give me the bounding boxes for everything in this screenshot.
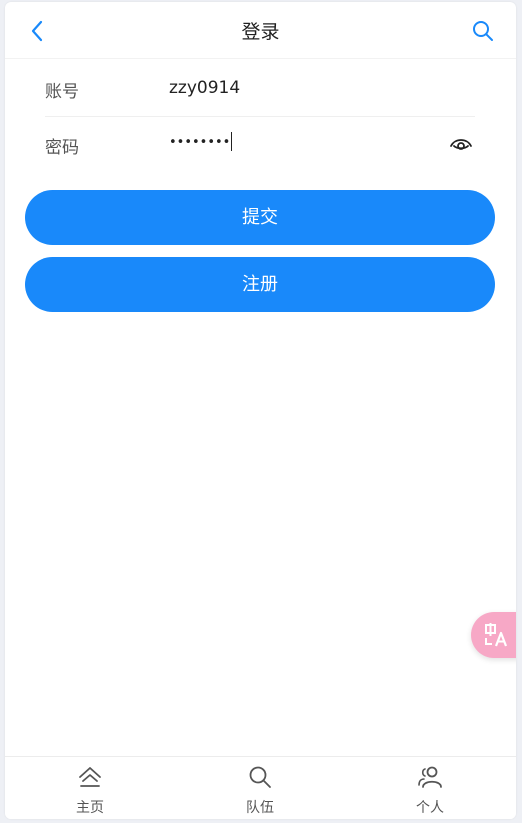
search-icon [473,21,493,41]
search-button[interactable] [471,19,495,43]
submit-button[interactable]: 提交 [25,190,495,245]
tab-profile-label: 个人 [416,800,444,816]
app-screen: 登录 账号 密码 •••••••• 提交 注册 [5,2,516,819]
page-title: 登录 [241,21,280,43]
password-label: 密码 [45,138,79,158]
account-label: 账号 [45,82,79,102]
password-masked-value: •••••••• [169,135,231,150]
home-icon [79,767,101,787]
bottom-tab-bar: 主页 队伍 个人 [5,756,516,819]
user-icon [418,766,442,788]
tab-team[interactable]: 队伍 [175,757,345,819]
password-row: 密码 •••••••• [45,116,475,172]
eye-icon [450,139,472,150]
account-row: 账号 [45,60,475,117]
translate-icon [485,623,508,647]
tab-home[interactable]: 主页 [5,757,175,819]
password-input[interactable]: •••••••• [169,127,233,157]
register-button[interactable]: 注册 [25,257,495,312]
tab-profile[interactable]: 个人 [345,757,515,819]
tab-home-label: 主页 [76,800,104,816]
account-input[interactable] [169,73,439,103]
nav-bar: 登录 [5,2,516,59]
translate-float-button[interactable] [471,612,516,658]
password-visibility-toggle[interactable] [448,133,474,155]
search-icon [249,766,271,788]
tab-team-label: 队伍 [246,800,274,816]
text-caret [231,131,233,151]
